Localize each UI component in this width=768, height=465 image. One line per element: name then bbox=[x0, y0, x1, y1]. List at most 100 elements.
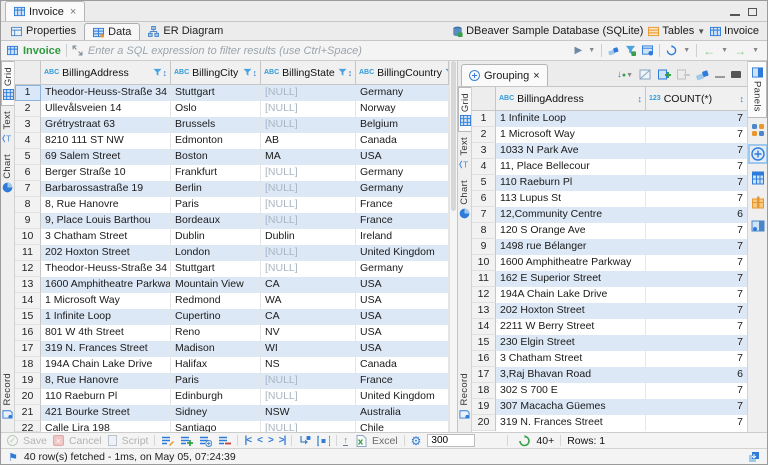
cell[interactable]: 7 bbox=[646, 351, 747, 367]
cell[interactable]: Reno bbox=[171, 325, 261, 341]
cell[interactable]: [NULL] bbox=[261, 181, 356, 197]
row-number[interactable]: 8 bbox=[15, 197, 41, 213]
cell[interactable]: France bbox=[356, 373, 449, 389]
row-number[interactable]: 9 bbox=[15, 213, 41, 229]
cell[interactable]: Stuttgart bbox=[171, 85, 261, 101]
row-number[interactable]: 10 bbox=[472, 255, 496, 271]
row-number[interactable]: 20 bbox=[472, 415, 496, 431]
remove-grouping-column-button[interactable] bbox=[677, 68, 690, 81]
row-number[interactable]: 7 bbox=[472, 207, 496, 223]
fetch-next-page-button[interactable] bbox=[298, 435, 311, 447]
cell[interactable]: 1033 N Park Ave bbox=[496, 143, 646, 159]
row-number[interactable]: 14 bbox=[472, 319, 496, 335]
row-number[interactable]: 3 bbox=[472, 143, 496, 159]
cell[interactable]: 110 Raeburn Pl bbox=[41, 389, 171, 405]
row-number[interactable]: 19 bbox=[15, 373, 41, 389]
table-row[interactable]: 5 69 Salem Street Boston MA USA bbox=[15, 149, 449, 165]
save-filter-icon[interactable] bbox=[625, 45, 637, 56]
table-row[interactable]: 12 194A Chain Lake Drive 7 bbox=[472, 287, 747, 303]
row-number[interactable]: 14 bbox=[15, 293, 41, 309]
cell[interactable]: [NULL] bbox=[261, 165, 356, 181]
cell[interactable]: Berger Straße 10 bbox=[41, 165, 171, 181]
cell[interactable]: London bbox=[171, 245, 261, 261]
column-header-billingaddress[interactable]: ABC BillingAddress ↕ bbox=[496, 87, 646, 111]
table-row[interactable]: 7 12,Community Centre 6 bbox=[472, 207, 747, 223]
cell[interactable]: 1498 rue Bélanger bbox=[496, 239, 646, 255]
table-row[interactable]: 19 8, Rue Hanovre Paris [NULL] France bbox=[15, 373, 449, 389]
cell[interactable]: Edinburgh bbox=[171, 389, 261, 405]
cell[interactable]: Paris bbox=[171, 373, 261, 389]
back-arrow-icon[interactable]: ← bbox=[703, 44, 715, 58]
row-number[interactable]: 18 bbox=[472, 383, 496, 399]
refresh-menu-chevron-icon[interactable]: ▼ bbox=[683, 47, 690, 54]
cell[interactable]: 319 N. Frances Street bbox=[41, 341, 171, 357]
row-number[interactable]: 17 bbox=[15, 341, 41, 357]
cell[interactable]: CA bbox=[261, 309, 356, 325]
cell[interactable]: Redmond bbox=[171, 293, 261, 309]
cell[interactable]: [NULL] bbox=[261, 389, 356, 405]
row-number[interactable]: 7 bbox=[15, 181, 41, 197]
cell[interactable]: Barbarossastraße 19 bbox=[41, 181, 171, 197]
cell[interactable]: 3 Chatham Street bbox=[496, 351, 646, 367]
table-row[interactable]: 10 1600 Amphitheatre Parkway 7 bbox=[472, 255, 747, 271]
cell[interactable]: 1600 Amphitheatre Parkway bbox=[41, 277, 171, 293]
table-row[interactable]: 11 202 Hoxton Street London [NULL] United Ki… bbox=[15, 245, 449, 261]
cell[interactable]: Belgium bbox=[356, 117, 449, 133]
table-row[interactable]: 16 3 Chatham Street 7 bbox=[472, 351, 747, 367]
panels-tab[interactable]: Panels bbox=[748, 61, 767, 118]
cell[interactable]: 1 Infinite Loop bbox=[41, 309, 171, 325]
cell[interactable]: AB bbox=[261, 133, 356, 149]
cell[interactable]: 7 bbox=[646, 319, 747, 335]
editor-tab-invoice[interactable]: Invoice × bbox=[5, 1, 86, 21]
cell[interactable]: 7 bbox=[646, 159, 747, 175]
delete-row-button[interactable] bbox=[218, 435, 232, 447]
cell[interactable]: United Kingdom bbox=[356, 245, 449, 261]
cell[interactable]: NS bbox=[261, 357, 356, 373]
cell[interactable]: 7 bbox=[646, 127, 747, 143]
cell[interactable]: [NULL] bbox=[261, 213, 356, 229]
row-number[interactable]: 20 bbox=[15, 389, 41, 405]
grouping-tab-record[interactable]: Record bbox=[458, 368, 471, 424]
cell[interactable]: 3 Chatham Street bbox=[41, 229, 171, 245]
cell[interactable]: Paris bbox=[171, 197, 261, 213]
cell[interactable]: 120 S Orange Ave bbox=[496, 223, 646, 239]
row-number[interactable]: 22 bbox=[15, 421, 41, 432]
cell[interactable]: 307 Macacha Güemes bbox=[496, 399, 646, 415]
cell[interactable]: 162 E Superior Street bbox=[496, 271, 646, 287]
row-number[interactable]: 2 bbox=[472, 127, 496, 143]
cell[interactable]: USA bbox=[356, 277, 449, 293]
row-number[interactable]: 1 bbox=[472, 111, 496, 127]
minimize-icon[interactable] bbox=[730, 14, 740, 16]
row-number[interactable]: 5 bbox=[15, 149, 41, 165]
gear-icon[interactable]: ⚙ bbox=[411, 435, 422, 447]
table-row[interactable]: 2 Ullevålsveien 14 Oslo [NULL] Norway bbox=[15, 101, 449, 117]
cell[interactable]: USA bbox=[356, 325, 449, 341]
cell[interactable]: Oslo bbox=[171, 101, 261, 117]
cell[interactable]: Brussels bbox=[171, 117, 261, 133]
row-number[interactable]: 10 bbox=[15, 229, 41, 245]
table-row[interactable]: 13 1600 Amphitheatre Parkway Mountain View… bbox=[15, 277, 449, 293]
row-number[interactable]: 18 bbox=[15, 357, 41, 373]
row-number[interactable]: 12 bbox=[472, 287, 496, 303]
maximize-icon[interactable] bbox=[748, 8, 757, 16]
grid-corner-cell[interactable] bbox=[472, 87, 496, 111]
cell[interactable]: 194A Chain Lake Drive bbox=[41, 357, 171, 373]
cell[interactable]: CA bbox=[261, 277, 356, 293]
row-number[interactable]: 8 bbox=[472, 223, 496, 239]
result-tab-record[interactable]: Record bbox=[1, 368, 14, 424]
cell[interactable]: 7 bbox=[646, 143, 747, 159]
cell[interactable]: France bbox=[356, 197, 449, 213]
tab-data[interactable]: Data bbox=[84, 23, 141, 40]
table-row[interactable]: 14 2211 W Berry Street 7 bbox=[472, 319, 747, 335]
save-button[interactable]: ✓ Save bbox=[7, 435, 47, 447]
result-tab-grid[interactable]: Grid bbox=[1, 61, 14, 107]
table-row[interactable]: 9 1498 rue Bélanger 7 bbox=[472, 239, 747, 255]
cell[interactable]: Edmonton bbox=[171, 133, 261, 149]
cell[interactable]: [NULL] bbox=[261, 85, 356, 101]
export-icon[interactable]: ↑ bbox=[343, 435, 348, 446]
table-row[interactable]: 5 110 Raeburn Pl 7 bbox=[472, 175, 747, 191]
cell[interactable]: 421 Bourke Street bbox=[41, 405, 171, 421]
grouping-tab[interactable]: Grouping × bbox=[461, 64, 548, 86]
cell[interactable]: Dublin bbox=[171, 229, 261, 245]
cell[interactable]: Bordeaux bbox=[171, 213, 261, 229]
